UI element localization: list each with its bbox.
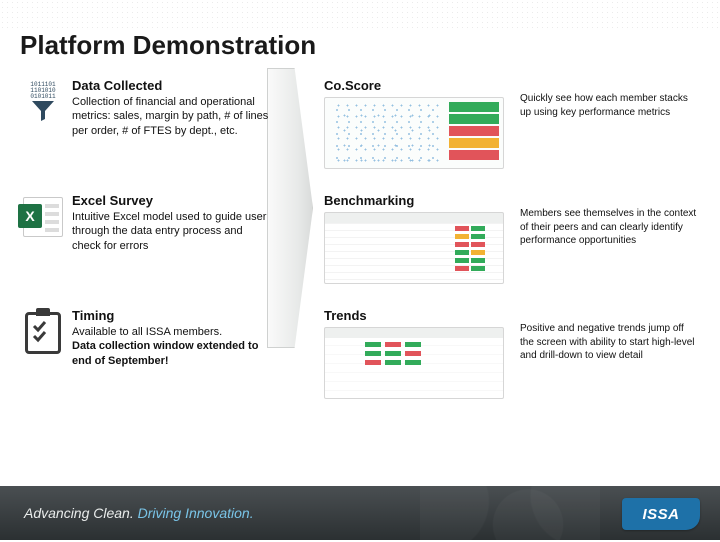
content-grid: 1011101 1101010 0101011 Data Collected C…: [20, 78, 708, 399]
mid-block-trends: Trends: [324, 308, 514, 399]
left-block-timing: Timing Available to all ISSA members. Da…: [72, 308, 272, 399]
binary-bits: 1011101 1101010 0101011: [30, 82, 55, 100]
body-data-collected: Collection of financial and operational …: [72, 95, 272, 138]
footer-tagline: Advancing Clean. Driving Innovation.: [24, 505, 254, 521]
thumb-trends: [324, 327, 504, 399]
heading-excel-survey: Excel Survey: [72, 193, 272, 208]
funnel-icon: 1011101 1101010 0101011: [20, 78, 66, 169]
body-timing-2: Data collection window extended to end o…: [72, 339, 272, 368]
heading-benchmarking: Benchmarking: [324, 193, 514, 208]
left-block-excel-survey: Excel Survey Intuitive Excel model used …: [72, 193, 272, 284]
mid-block-benchmarking: Benchmarking: [324, 193, 514, 284]
heading-trends: Trends: [324, 308, 514, 323]
heading-data-collected: Data Collected: [72, 78, 272, 93]
heading-timing: Timing: [72, 308, 272, 323]
body-timing-1: Available to all ISSA members.: [72, 325, 272, 339]
clipboard-icon: [20, 308, 66, 399]
excel-icon: [20, 193, 66, 284]
right-body-benchmarking: Members see themselves in the context of…: [520, 193, 700, 284]
top-texture: [0, 0, 720, 28]
right-body-trends: Positive and negative trends jump off th…: [520, 308, 700, 399]
issa-logo-badge: ISSA: [622, 498, 700, 530]
thumb-benchmarking: [324, 212, 504, 284]
heading-coscore: Co.Score: [324, 78, 514, 93]
tagline-part2: Driving Innovation.: [138, 505, 254, 521]
footer-bar: Advancing Clean. Driving Innovation. ISS…: [0, 486, 720, 540]
slide-title: Platform Demonstration: [20, 30, 316, 61]
thumb-coscore: [324, 97, 504, 169]
body-excel-survey: Intuitive Excel model used to guide user…: [72, 210, 272, 253]
left-block-data-collected: Data Collected Collection of financial a…: [72, 78, 272, 169]
footer-hex-decor: [420, 484, 600, 542]
right-body-coscore: Quickly see how each member stacks up us…: [520, 78, 700, 169]
tagline-part1: Advancing Clean.: [24, 505, 134, 521]
mid-block-coscore: Co.Score: [324, 78, 514, 169]
